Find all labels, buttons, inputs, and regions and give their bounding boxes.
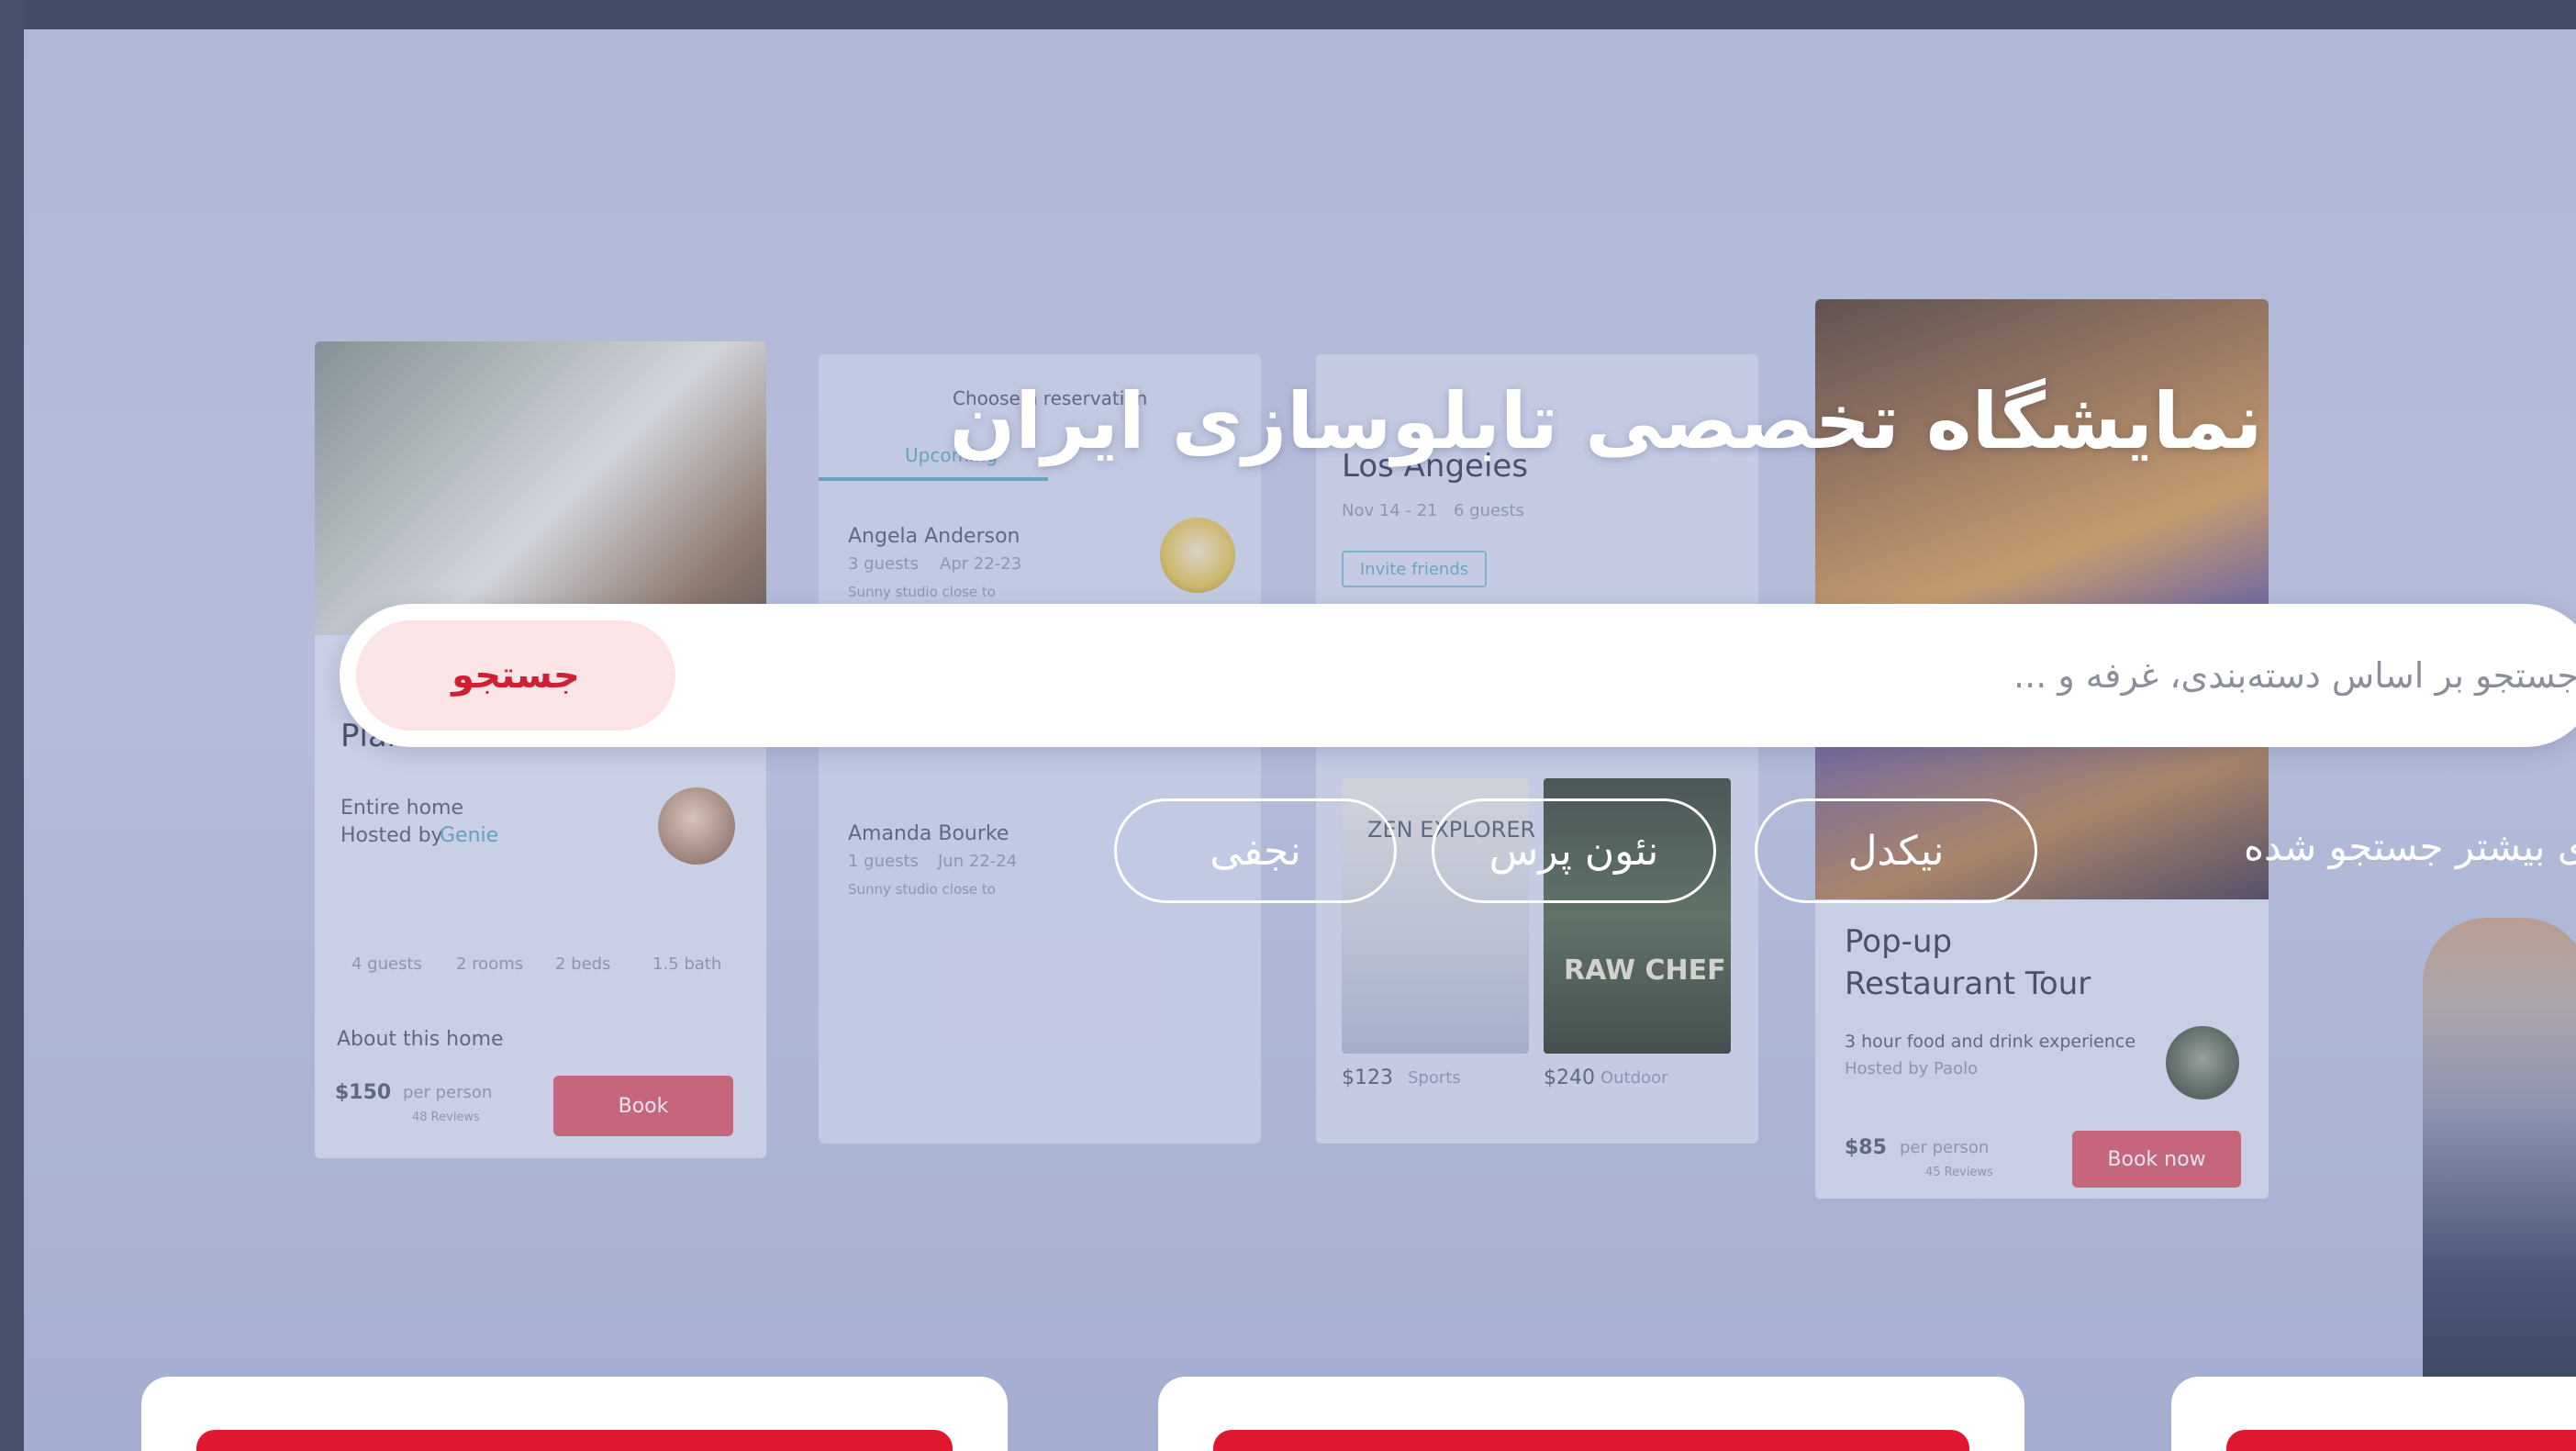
category-card[interactable] xyxy=(1158,1377,2024,1451)
category-card[interactable] xyxy=(2171,1377,2576,1451)
category-card-header xyxy=(1213,1430,1969,1451)
search-button[interactable]: جستجو xyxy=(356,620,675,731)
category-card-header xyxy=(2226,1430,2576,1451)
popular-chip-najafi[interactable]: نجفی xyxy=(1114,798,1397,903)
popular-searches-label: ه های بیشتر جستجو شده xyxy=(2243,824,2576,869)
search-bar: جستجو xyxy=(340,604,2576,747)
category-card[interactable] xyxy=(141,1377,1008,1451)
page-title: نمایشگاه تخصصی تابلوسازی ایران xyxy=(949,376,2263,466)
category-card-header xyxy=(196,1430,953,1451)
search-input[interactable] xyxy=(835,641,2576,710)
popular-chip-neon-press[interactable]: نئون پرس xyxy=(1432,798,1716,903)
popular-chip-nikdel[interactable]: نیکدل xyxy=(1755,798,2037,903)
